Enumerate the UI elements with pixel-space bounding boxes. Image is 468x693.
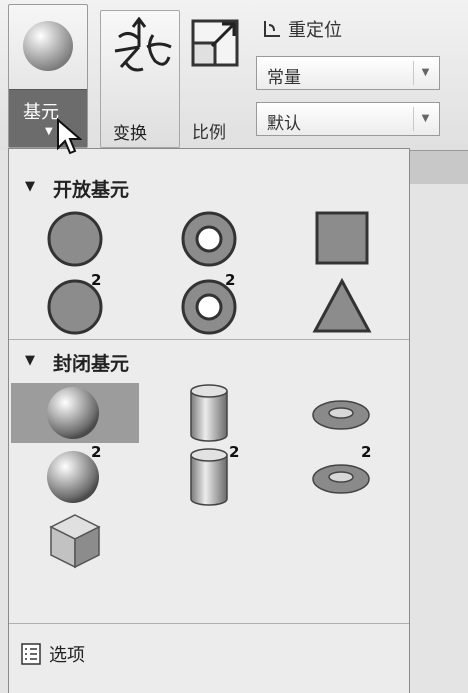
transform-button[interactable]: 变换 xyxy=(100,10,180,148)
closed-section-header[interactable]: ▼ 封闭基元 xyxy=(9,343,409,379)
open-section-title: 开放基元 xyxy=(53,179,130,201)
chevron-down-icon[interactable]: ▼ xyxy=(413,107,437,131)
open-triangle-icon xyxy=(312,277,372,333)
section-divider xyxy=(9,339,409,340)
transform-button-label: 变换 xyxy=(113,124,147,144)
torus-2-icon xyxy=(312,464,370,494)
open-ring-item[interactable] xyxy=(145,209,273,269)
default-combo-value: 默认 xyxy=(267,114,301,134)
open-circle-2-item[interactable]: 2 xyxy=(11,271,139,337)
cube-icon xyxy=(49,514,101,569)
open-ring-2-item[interactable]: 2 xyxy=(145,271,273,337)
open-circle-icon xyxy=(47,211,103,267)
badge-two: 2 xyxy=(225,271,236,289)
open-square-item[interactable] xyxy=(279,209,407,269)
primitive-button-top[interactable] xyxy=(9,5,87,87)
sphere-2-item[interactable]: 2 xyxy=(11,443,139,507)
sphere-2-icon xyxy=(47,451,99,503)
constant-combo[interactable]: 常量 ▼ xyxy=(256,56,440,90)
cylinder-2-icon xyxy=(190,448,228,506)
scale-icon[interactable] xyxy=(190,18,242,70)
open-circle-item[interactable] xyxy=(11,209,139,269)
open-circle-2-icon xyxy=(47,279,103,335)
cylinder-item[interactable] xyxy=(145,383,273,443)
badge-two: 2 xyxy=(91,271,102,289)
primitive-dropdown-panel: ▼ 开放基元 2 2 ▼ 封闭基元 2 2 2 选项 xyxy=(8,148,410,693)
torus-2-item[interactable]: 2 xyxy=(279,443,407,507)
collapse-triangle-icon: ▼ xyxy=(25,179,35,194)
cylinder-2-item[interactable]: 2 xyxy=(145,443,273,507)
open-triangle-item[interactable] xyxy=(279,277,407,337)
relocate-button[interactable]: 重定位 xyxy=(262,16,342,42)
torus-icon xyxy=(312,400,370,430)
ribbon-edge xyxy=(410,150,468,184)
cube-item[interactable] xyxy=(11,511,139,571)
default-combo[interactable]: 默认 ▼ xyxy=(256,102,440,136)
open-ring-2-icon xyxy=(181,279,237,335)
triangle-down-icon: ▼ xyxy=(45,126,53,137)
sphere-item[interactable] xyxy=(11,383,139,443)
open-ring-icon xyxy=(181,211,237,267)
primitive-button-label: 基元 xyxy=(23,102,59,123)
options-label: 选项 xyxy=(49,645,85,666)
open-square-icon xyxy=(315,211,369,265)
badge-two: 2 xyxy=(229,443,240,461)
badge-two: 2 xyxy=(91,443,102,461)
scale-label[interactable]: 比例 xyxy=(192,118,226,143)
options-divider xyxy=(9,623,409,624)
cylinder-icon xyxy=(190,384,228,442)
constant-combo-value: 常量 xyxy=(267,68,301,88)
sphere-icon xyxy=(47,387,99,439)
relocate-label: 重定位 xyxy=(288,20,342,41)
mouse-cursor-icon xyxy=(57,118,82,155)
transform-icon xyxy=(114,17,172,72)
options-button[interactable]: 选项 xyxy=(21,641,85,667)
closed-section-title: 封闭基元 xyxy=(53,353,130,375)
chevron-down-icon[interactable]: ▼ xyxy=(413,61,437,85)
badge-two: 2 xyxy=(361,443,372,461)
relocate-icon xyxy=(264,21,280,37)
collapse-triangle-icon: ▼ xyxy=(25,353,35,368)
options-list-icon xyxy=(21,643,41,665)
sphere-icon xyxy=(23,21,73,71)
torus-item[interactable] xyxy=(279,383,407,443)
open-section-header[interactable]: ▼ 开放基元 xyxy=(9,169,409,205)
